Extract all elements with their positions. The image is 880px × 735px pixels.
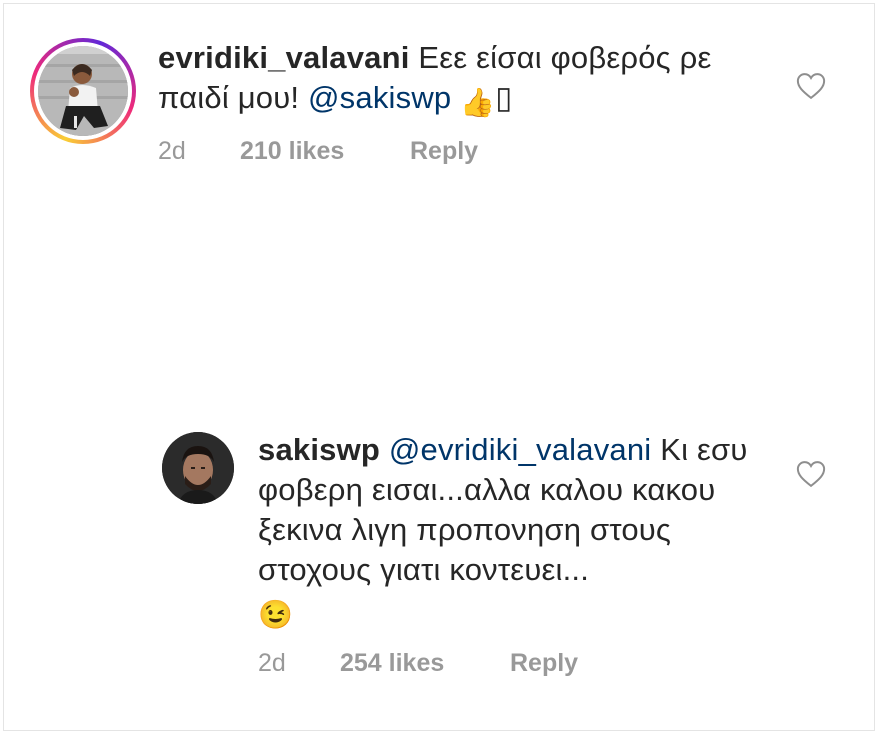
comment-likes[interactable]: 254 likes [340,649,510,678]
reply-comment-item: sakiswp @evridiki_valavani Κι εσυ φοβερη… [162,430,830,678]
user-photo-icon [162,432,234,504]
comment-timestamp[interactable]: 2d [258,649,340,678]
avatar[interactable] [162,432,234,504]
comment-item: evridiki_valavani Εεε είσαι φοβερός ρε π… [30,38,830,166]
mention-link[interactable]: @sakiswp [308,80,451,115]
user-photo-icon [38,46,128,136]
reply-button[interactable]: Reply [410,137,478,166]
heart-outline-icon[interactable] [796,460,826,488]
comment-username[interactable]: sakiswp [258,432,380,467]
comment-username[interactable]: evridiki_valavani [158,40,410,75]
wink-emoji: 😉 [258,599,294,630]
comment-likes[interactable]: 210 likes [240,137,410,166]
story-ring[interactable] [30,38,136,144]
comment-text: evridiki_valavani Εεε είσαι φοβερός ρε π… [158,38,830,123]
mention-link[interactable]: @evridiki_valavani [389,432,652,467]
thumbs-up-emoji: 👍 [460,87,496,118]
comment-timestamp[interactable]: 2d [158,137,240,166]
avatar[interactable] [38,46,128,136]
reply-button[interactable]: Reply [510,649,578,678]
comment-text: sakiswp @evridiki_valavani Κι εσυ φοβερη… [258,430,830,635]
comment-meta: 2d 254 likes Reply [258,649,830,678]
heart-outline-icon[interactable] [796,72,826,100]
missing-glyph: ▯ [495,80,513,115]
comment-meta: 2d 210 likes Reply [158,137,830,166]
